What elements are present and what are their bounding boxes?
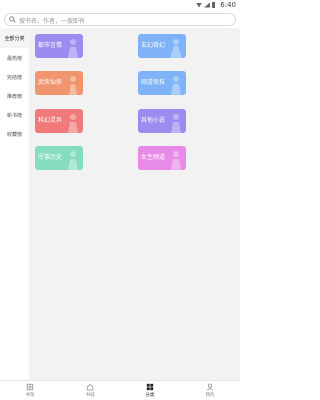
category-label: 网游竞技 xyxy=(141,79,166,86)
sidebar-item-finished[interactable]: 完结榜 xyxy=(0,67,29,87)
tab-label: 书城 xyxy=(85,393,95,398)
sidebar-item-all[interactable]: 全部分类 xyxy=(0,28,29,48)
search-icon xyxy=(9,16,16,23)
sidebar-item-label: 最热榜 xyxy=(6,55,22,62)
category-label: 军事历史 xyxy=(38,154,63,161)
sidebar-item-label: 完结榜 xyxy=(6,74,22,81)
sidebar-item-label: 推荐榜 xyxy=(6,93,22,100)
tab-label: 书架 xyxy=(25,393,35,398)
wifi-icon xyxy=(196,2,202,8)
category-label: 武侠仙侠 xyxy=(38,79,63,86)
person-icon xyxy=(206,383,214,391)
tab-label: 分类 xyxy=(145,393,155,398)
category-card-other[interactable]: 其他小说 xyxy=(138,109,186,133)
tab-category[interactable]: 分类 xyxy=(120,381,180,400)
battery-icon xyxy=(212,2,215,8)
category-label: 玄幻奇幻 xyxy=(141,42,166,49)
search-header: 搜书名、作者，一搜即有 xyxy=(0,12,240,28)
status-icons xyxy=(196,2,215,8)
sidebar-item-new[interactable]: 新书榜 xyxy=(0,105,29,125)
category-card-military-history[interactable]: 军事历史 xyxy=(35,146,83,170)
category-card-urban-romance[interactable]: 都市言情 xyxy=(35,34,83,58)
sidebar-item-favorites[interactable]: 收藏榜 xyxy=(0,124,29,144)
signal-icon xyxy=(204,2,210,8)
figure-illustration-icon xyxy=(68,151,78,170)
bookshelf-icon xyxy=(26,383,34,391)
category-grid: 都市言情 玄幻奇幻 武侠仙侠 网游竞技 科幻灵异 其他小说 军事历史 女生频道 xyxy=(29,28,240,380)
search-input[interactable]: 搜书名、作者，一搜即有 xyxy=(4,13,236,26)
figure-illustration-icon xyxy=(171,114,181,133)
sidebar-item-label: 全部分类 xyxy=(4,35,25,42)
category-grid-icon xyxy=(146,383,154,391)
category-card-fantasy[interactable]: 玄幻奇幻 xyxy=(138,34,186,58)
sidebar-item-label: 新书榜 xyxy=(6,112,22,119)
category-card-female[interactable]: 女生频道 xyxy=(138,146,186,170)
figure-illustration-icon xyxy=(170,39,182,58)
home-icon xyxy=(86,383,94,391)
sidebar-item-label: 收藏榜 xyxy=(6,131,22,138)
status-bar: 6:40 xyxy=(0,0,240,12)
figure-illustration-icon xyxy=(68,114,78,133)
bottom-tab-bar: 书架 书城 分类 我的 xyxy=(0,380,240,400)
category-card-wuxia[interactable]: 武侠仙侠 xyxy=(35,71,83,95)
category-label: 都市言情 xyxy=(38,42,63,49)
tab-profile[interactable]: 我的 xyxy=(180,381,240,400)
tab-bookshelf[interactable]: 书架 xyxy=(0,381,60,400)
category-card-scifi[interactable]: 科幻灵异 xyxy=(35,109,83,133)
category-card-gaming[interactable]: 网游竞技 xyxy=(138,71,186,95)
search-placeholder: 搜书名、作者，一搜即有 xyxy=(19,18,86,25)
tab-label: 我的 xyxy=(205,393,215,398)
sidebar-item-recommend[interactable]: 推荐榜 xyxy=(0,86,29,106)
sidebar: 全部分类 最热榜 完结榜 推荐榜 新书榜 收藏榜 xyxy=(0,28,29,380)
sidebar-item-hot[interactable]: 最热榜 xyxy=(0,48,29,68)
category-label: 女生频道 xyxy=(141,154,166,161)
figure-illustration-icon xyxy=(69,76,77,95)
category-label: 科幻灵异 xyxy=(38,117,63,124)
figure-illustration-icon xyxy=(171,76,181,95)
figure-illustration-icon xyxy=(171,151,181,170)
tab-bookstore[interactable]: 书城 xyxy=(60,381,120,400)
status-time: 6:40 xyxy=(220,1,236,9)
category-label: 其他小说 xyxy=(141,117,166,124)
figure-illustration-icon xyxy=(68,39,78,58)
